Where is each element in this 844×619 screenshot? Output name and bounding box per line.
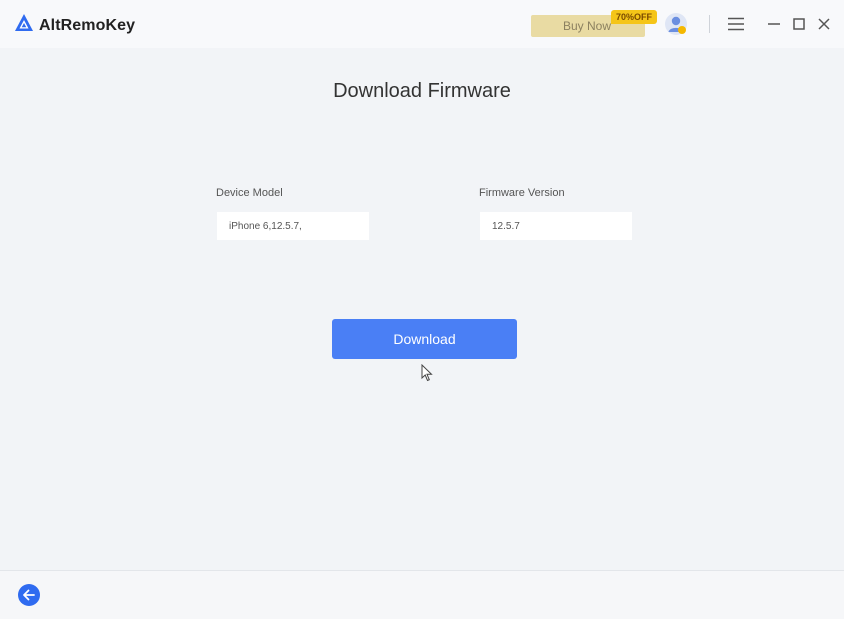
buy-now-label: Buy Now: [562, 19, 612, 33]
firmware-version-label: Firmware Version: [479, 187, 565, 199]
user-avatar-icon[interactable]: [664, 12, 688, 36]
close-icon[interactable]: [814, 14, 834, 34]
discount-badge: 70%OFF: [611, 10, 658, 24]
title-bar: AltRemoKey Buy Now 70%OFF: [0, 0, 844, 48]
download-button[interactable]: Download: [332, 319, 517, 359]
footer-bar: [0, 570, 844, 619]
altremokey-logo-icon: [14, 13, 34, 38]
page-title: Download Firmware: [333, 80, 511, 102]
device-model-field[interactable]: [217, 212, 369, 240]
hamburger-menu-icon[interactable]: [726, 14, 746, 34]
titlebar-divider: [709, 15, 710, 33]
brand: AltRemoKey: [14, 13, 135, 38]
mouse-cursor-icon: [421, 364, 433, 382]
maximize-icon[interactable]: [789, 14, 809, 34]
firmware-version-field[interactable]: [480, 212, 632, 240]
back-arrow-icon[interactable]: [18, 584, 40, 606]
minimize-icon[interactable]: [764, 14, 784, 34]
app-name: AltRemoKey: [39, 16, 136, 34]
device-model-label: Device Model: [216, 187, 283, 199]
